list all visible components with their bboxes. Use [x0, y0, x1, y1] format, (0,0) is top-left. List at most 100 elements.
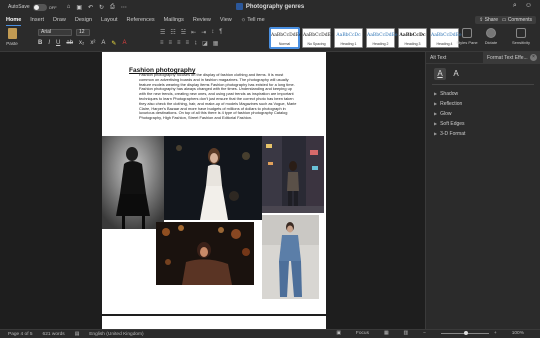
numbering-icon[interactable]: ☷: [170, 29, 175, 36]
print-layout-icon[interactable]: ▥: [404, 331, 409, 336]
strikethrough-icon[interactable]: ab: [66, 40, 73, 47]
bullets-icon[interactable]: ☰: [160, 29, 165, 36]
word-count[interactable]: 621 words: [43, 332, 65, 337]
line-spacing-icon[interactable]: ↨: [194, 40, 197, 47]
align-right-icon[interactable]: ≡: [177, 40, 181, 47]
style-no-spacing[interactable]: AaBbCcDdEe No Spacing: [302, 28, 334, 48]
font-size-select[interactable]: 12: [76, 29, 90, 36]
tab-alt-text[interactable]: Alt Text: [426, 52, 483, 63]
align-left-icon[interactable]: ≡: [160, 40, 164, 47]
tab-layout[interactable]: Layout: [101, 17, 118, 23]
tab-insert[interactable]: Insert: [30, 17, 44, 23]
focus-icon[interactable]: ▣: [336, 331, 341, 336]
bold-icon[interactable]: B: [38, 40, 42, 47]
divider: [432, 84, 534, 85]
redo-icon[interactable]: ↻: [99, 4, 104, 11]
language[interactable]: English (United Kingdom): [89, 332, 143, 337]
tab-mailings[interactable]: Mailings: [164, 17, 184, 23]
sort-icon[interactable]: ↕: [211, 29, 214, 36]
photo-street-fashion-city[interactable]: [262, 136, 324, 213]
title-bar: AutoSave OFF ⌂ ▣ ↶ ↻ ⎙ ⋯ Photography gen…: [0, 0, 540, 14]
styles-pane-button[interactable]: Styles Pane: [456, 28, 478, 45]
focus-label[interactable]: Focus: [356, 331, 369, 336]
effect-glow[interactable]: ▶ Glow: [426, 109, 540, 119]
dictate-button[interactable]: Dictate: [480, 28, 502, 45]
increase-indent-icon[interactable]: ⇥: [201, 29, 206, 36]
home-icon[interactable]: ⌂: [67, 4, 71, 11]
clipboard-icon: [7, 28, 17, 39]
justify-icon[interactable]: ≡: [186, 40, 190, 47]
highlight-icon[interactable]: ✎: [111, 40, 116, 47]
save-icon[interactable]: ▣: [76, 4, 82, 11]
tab-home[interactable]: Home: [6, 17, 22, 26]
autosave-state: OFF: [48, 4, 57, 10]
account-icon[interactable]: ☺: [525, 2, 532, 10]
sensitivity-button[interactable]: Sensitivity: [506, 28, 536, 45]
effect-reflection[interactable]: ▶ Reflection: [426, 99, 540, 109]
undo-icon[interactable]: ↶: [88, 4, 93, 11]
styles-pane-icon: [462, 28, 472, 38]
effect-shadow[interactable]: ▶ Shadow: [426, 89, 540, 99]
comments-button[interactable]: ▭ Comments: [497, 16, 536, 24]
chevron-right-icon: ▶: [434, 131, 438, 136]
tab-references[interactable]: References: [127, 17, 155, 23]
read-mode-icon[interactable]: ▦: [384, 331, 389, 336]
styles-gallery: AaBbCcDdEe Normal AaBbCcDdEe No Spacing Aa…: [269, 27, 462, 49]
font-name-select[interactable]: Arial: [38, 29, 72, 36]
ribbon-tabs: Home Insert Draw Design Layout Reference…: [0, 14, 540, 26]
tab-review[interactable]: Review: [193, 17, 211, 23]
tab-draw[interactable]: Draw: [53, 17, 66, 23]
tab-view[interactable]: View: [220, 17, 232, 23]
text-fill-outline-icon[interactable]: A: [434, 68, 446, 80]
print-icon[interactable]: ⎙: [110, 4, 115, 11]
format-pane: Alt Text Format Text Effe... × A A ▶ Shad…: [425, 52, 540, 329]
effect-soft-edges[interactable]: ▶ Soft Edges: [426, 119, 540, 129]
text-effects-icon[interactable]: A: [450, 68, 462, 80]
underline-icon[interactable]: U: [56, 40, 60, 47]
style-heading-3[interactable]: AaBbCcDc Heading 3: [398, 28, 427, 48]
paste-button[interactable]: Paste: [5, 28, 19, 46]
tell-me[interactable]: ☼ Tell me: [241, 17, 265, 23]
photo-bw-model-chair[interactable]: [102, 136, 164, 229]
style-heading-2[interactable]: AaBbCcDdEe Heading 2: [366, 28, 398, 48]
multilevel-icon[interactable]: ☱: [181, 29, 186, 36]
shading-icon[interactable]: ◪: [202, 40, 208, 47]
next-page[interactable]: [102, 316, 326, 329]
photo-model-city-lights[interactable]: [156, 222, 254, 285]
decrease-indent-icon[interactable]: ⇤: [191, 29, 196, 36]
show-marks-icon[interactable]: ¶: [219, 29, 222, 36]
italic-icon[interactable]: I: [48, 40, 50, 47]
zoom-out-icon[interactable]: −: [423, 331, 426, 336]
page-count[interactable]: Page 4 of 5: [8, 332, 33, 337]
effect-3d-format[interactable]: ▶ 3-D Format: [426, 129, 540, 139]
document-area[interactable]: Fashion photography Fashion photography …: [0, 52, 425, 329]
style-normal[interactable]: AaBbCcDdEe Normal: [269, 27, 302, 49]
more-icon[interactable]: ⋯: [121, 4, 127, 11]
zoom-slider[interactable]: [440, 331, 489, 335]
document-page[interactable]: Fashion photography Fashion photography …: [102, 52, 326, 314]
style-heading-4[interactable]: AaBbCcDdEe Heading 4: [430, 28, 462, 48]
font-color-icon[interactable]: A: [122, 40, 126, 47]
close-icon[interactable]: ×: [530, 54, 537, 61]
tab-design[interactable]: Design: [75, 17, 92, 23]
zoom-in-icon[interactable]: +: [494, 331, 497, 336]
photo-model-white-dress[interactable]: [164, 136, 262, 220]
style-heading-1[interactable]: AaBbCcDc Heading 1: [334, 28, 363, 48]
autosave[interactable]: AutoSave OFF: [8, 3, 57, 11]
subscript-icon[interactable]: x₂: [79, 40, 84, 47]
search-icon[interactable]: ⌕: [513, 2, 517, 10]
text-effects-icon[interactable]: A: [101, 40, 105, 47]
autosave-toggle[interactable]: [32, 3, 47, 11]
status-bar: Page 4 of 5 621 words ▤ English (United …: [0, 329, 540, 338]
superscript-icon[interactable]: x²: [90, 40, 95, 47]
zoom-level[interactable]: 100%: [512, 331, 524, 336]
autosave-label: AutoSave: [8, 4, 30, 10]
microphone-icon: [486, 28, 496, 38]
chevron-right-icon: ▶: [434, 121, 438, 126]
align-center-icon[interactable]: ≡: [169, 40, 173, 47]
borders-icon[interactable]: ▦: [213, 40, 219, 47]
proofing-icon[interactable]: ▤: [75, 332, 80, 337]
ribbon: Paste Arial 12 B I U ab x₂ x² A ✎ A ☰ ☷ …: [0, 26, 540, 52]
photo-model-denim-suit[interactable]: [262, 215, 319, 299]
chevron-right-icon: ▶: [434, 111, 438, 116]
